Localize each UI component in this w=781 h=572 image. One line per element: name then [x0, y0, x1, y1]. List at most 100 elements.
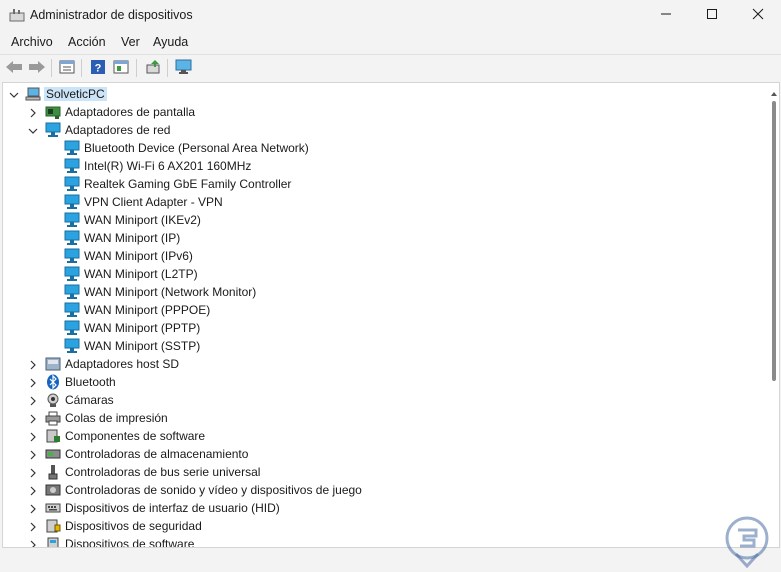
- scan-hardware-button[interactable]: [174, 58, 194, 78]
- menu-ver[interactable]: Ver: [121, 35, 140, 49]
- tree-category[interactable]: Componentes de software: [3, 427, 763, 445]
- chevron-right-icon[interactable]: [28, 431, 38, 442]
- tree-category[interactable]: Controladoras de almacenamiento: [3, 445, 763, 463]
- camera-icon: [45, 392, 61, 408]
- view-icon: [113, 60, 129, 77]
- maximize-button[interactable]: [689, 0, 735, 31]
- chevron-right-icon[interactable]: [28, 503, 38, 514]
- vertical-scrollbar[interactable]: [772, 101, 776, 381]
- chevron-right-icon[interactable]: [28, 521, 38, 532]
- tree-device[interactable]: Bluetooth Device (Personal Area Network): [3, 139, 763, 157]
- tree-category[interactable]: Bluetooth: [3, 373, 763, 391]
- chevron-down-icon[interactable]: [9, 89, 19, 99]
- chevron-right-icon[interactable]: [28, 467, 38, 478]
- toolbar-separator: [81, 59, 82, 77]
- tree-category-label: Adaptadores de pantalla: [65, 105, 196, 119]
- display-adapter-icon: [45, 104, 61, 120]
- tree-device[interactable]: WAN Miniport (IKEv2): [3, 211, 763, 229]
- chevron-right-icon[interactable]: [28, 485, 38, 496]
- window-title: Administrador de dispositivos: [30, 8, 193, 22]
- chevron-right-icon[interactable]: [28, 539, 38, 547]
- tree-device-label: Bluetooth Device (Personal Area Network): [84, 141, 309, 155]
- help-button[interactable]: ?: [88, 58, 108, 78]
- status-bar: [0, 548, 781, 572]
- chevron-right-icon[interactable]: [28, 107, 38, 118]
- tree-device[interactable]: WAN Miniport (IP): [3, 229, 763, 247]
- tree-root[interactable]: SolveticPC: [3, 85, 763, 103]
- tree-category[interactable]: Controladoras de bus serie universal: [3, 463, 763, 481]
- tree-device[interactable]: WAN Miniport (L2TP): [3, 265, 763, 283]
- forward-button[interactable]: [27, 58, 47, 78]
- tree-category-label: Adaptadores de red: [65, 123, 171, 137]
- network-device-icon: [64, 194, 80, 210]
- network-device-icon: [64, 338, 80, 354]
- device-tree[interactable]: SolveticPC Adaptadores de pantalla Adaptad…: [2, 82, 780, 548]
- tree-device[interactable]: WAN Miniport (PPPOE): [3, 301, 763, 319]
- tree-category-label: Colas de impresión: [65, 411, 168, 425]
- watermark-logo: [718, 516, 776, 569]
- tree-device-label: WAN Miniport (Network Monitor): [84, 285, 257, 299]
- network-device-icon: [64, 212, 80, 228]
- back-button[interactable]: [4, 58, 24, 78]
- network-device-icon: [64, 248, 80, 264]
- tree-category-label: Controladoras de almacenamiento: [65, 447, 249, 461]
- tree-category[interactable]: Adaptadores de pantalla: [3, 103, 763, 121]
- computer-icon: [25, 86, 41, 102]
- tree-category-label: Controladoras de bus serie universal: [65, 465, 261, 479]
- sd-host-icon: [45, 356, 61, 372]
- tree-category[interactable]: Colas de impresión: [3, 409, 763, 427]
- tree-category[interactable]: Adaptadores host SD: [3, 355, 763, 373]
- minimize-button[interactable]: [643, 0, 689, 31]
- tree-category[interactable]: Dispositivos de interfaz de usuario (HID…: [3, 499, 763, 517]
- tree-category-label: Controladoras de sonido y vídeo y dispos…: [65, 483, 362, 497]
- tree-device-label: Intel(R) Wi-Fi 6 AX201 160MHz: [84, 159, 252, 173]
- toolbar-separator: [136, 59, 137, 77]
- tree-category[interactable]: Controladoras de sonido y vídeo y dispos…: [3, 481, 763, 499]
- menu-archivo[interactable]: Archivo: [11, 35, 53, 49]
- chevron-right-icon[interactable]: [28, 359, 38, 370]
- chevron-right-icon[interactable]: [28, 395, 38, 406]
- tree-category[interactable]: Dispositivos de seguridad: [3, 517, 763, 535]
- tree-device[interactable]: Intel(R) Wi-Fi 6 AX201 160MHz: [3, 157, 763, 175]
- chevron-right-icon[interactable]: [28, 449, 38, 460]
- network-device-icon: [64, 158, 80, 174]
- menu-ayuda[interactable]: Ayuda: [153, 35, 188, 49]
- hid-icon: [45, 500, 61, 516]
- properties-button[interactable]: [57, 58, 77, 78]
- network-adapter-icon: [45, 122, 61, 138]
- chevron-right-icon[interactable]: [28, 377, 38, 388]
- tree-device-label: WAN Miniport (IPv6): [84, 249, 193, 263]
- properties-icon: [59, 60, 75, 77]
- tree-category-label: Componentes de software: [65, 429, 206, 443]
- device-manager-icon: [9, 8, 25, 22]
- view-button[interactable]: [111, 58, 131, 78]
- title-bar: Administrador de dispositivos: [0, 0, 781, 31]
- network-device-icon: [64, 284, 80, 300]
- tree-device[interactable]: WAN Miniport (Network Monitor): [3, 283, 763, 301]
- maximize-icon: [706, 8, 718, 23]
- help-icon: ?: [90, 59, 106, 78]
- menu-accion[interactable]: Acción: [68, 35, 106, 49]
- chevron-down-icon[interactable]: [28, 125, 38, 135]
- software-device-icon: [45, 536, 61, 547]
- tree-category[interactable]: Cámaras: [3, 391, 763, 409]
- tree-device-label: WAN Miniport (PPTP): [84, 321, 201, 335]
- tree-category-label: Adaptadores host SD: [65, 357, 180, 371]
- chevron-right-icon[interactable]: [28, 413, 38, 424]
- tree-device[interactable]: WAN Miniport (IPv6): [3, 247, 763, 265]
- tree-device-label: VPN Client Adapter - VPN: [84, 195, 223, 209]
- tree-category[interactable]: Dispositivos de software: [3, 535, 763, 547]
- tree-device[interactable]: WAN Miniport (PPTP): [3, 319, 763, 337]
- close-button[interactable]: [735, 0, 781, 31]
- tree-device[interactable]: WAN Miniport (SSTP): [3, 337, 763, 355]
- update-driver-button[interactable]: [143, 58, 163, 78]
- network-device-icon: [64, 302, 80, 318]
- svg-text:?: ?: [95, 62, 102, 74]
- tree-device[interactable]: VPN Client Adapter - VPN: [3, 193, 763, 211]
- tree-device[interactable]: Realtek Gaming GbE Family Controller: [3, 175, 763, 193]
- toolbar-separator: [167, 59, 168, 77]
- scroll-up-icon[interactable]: [770, 87, 778, 96]
- tree-category[interactable]: Adaptadores de red: [3, 121, 763, 139]
- tree-category-label: Dispositivos de interfaz de usuario (HID…: [65, 501, 280, 515]
- monitor-scan-icon: [175, 59, 193, 78]
